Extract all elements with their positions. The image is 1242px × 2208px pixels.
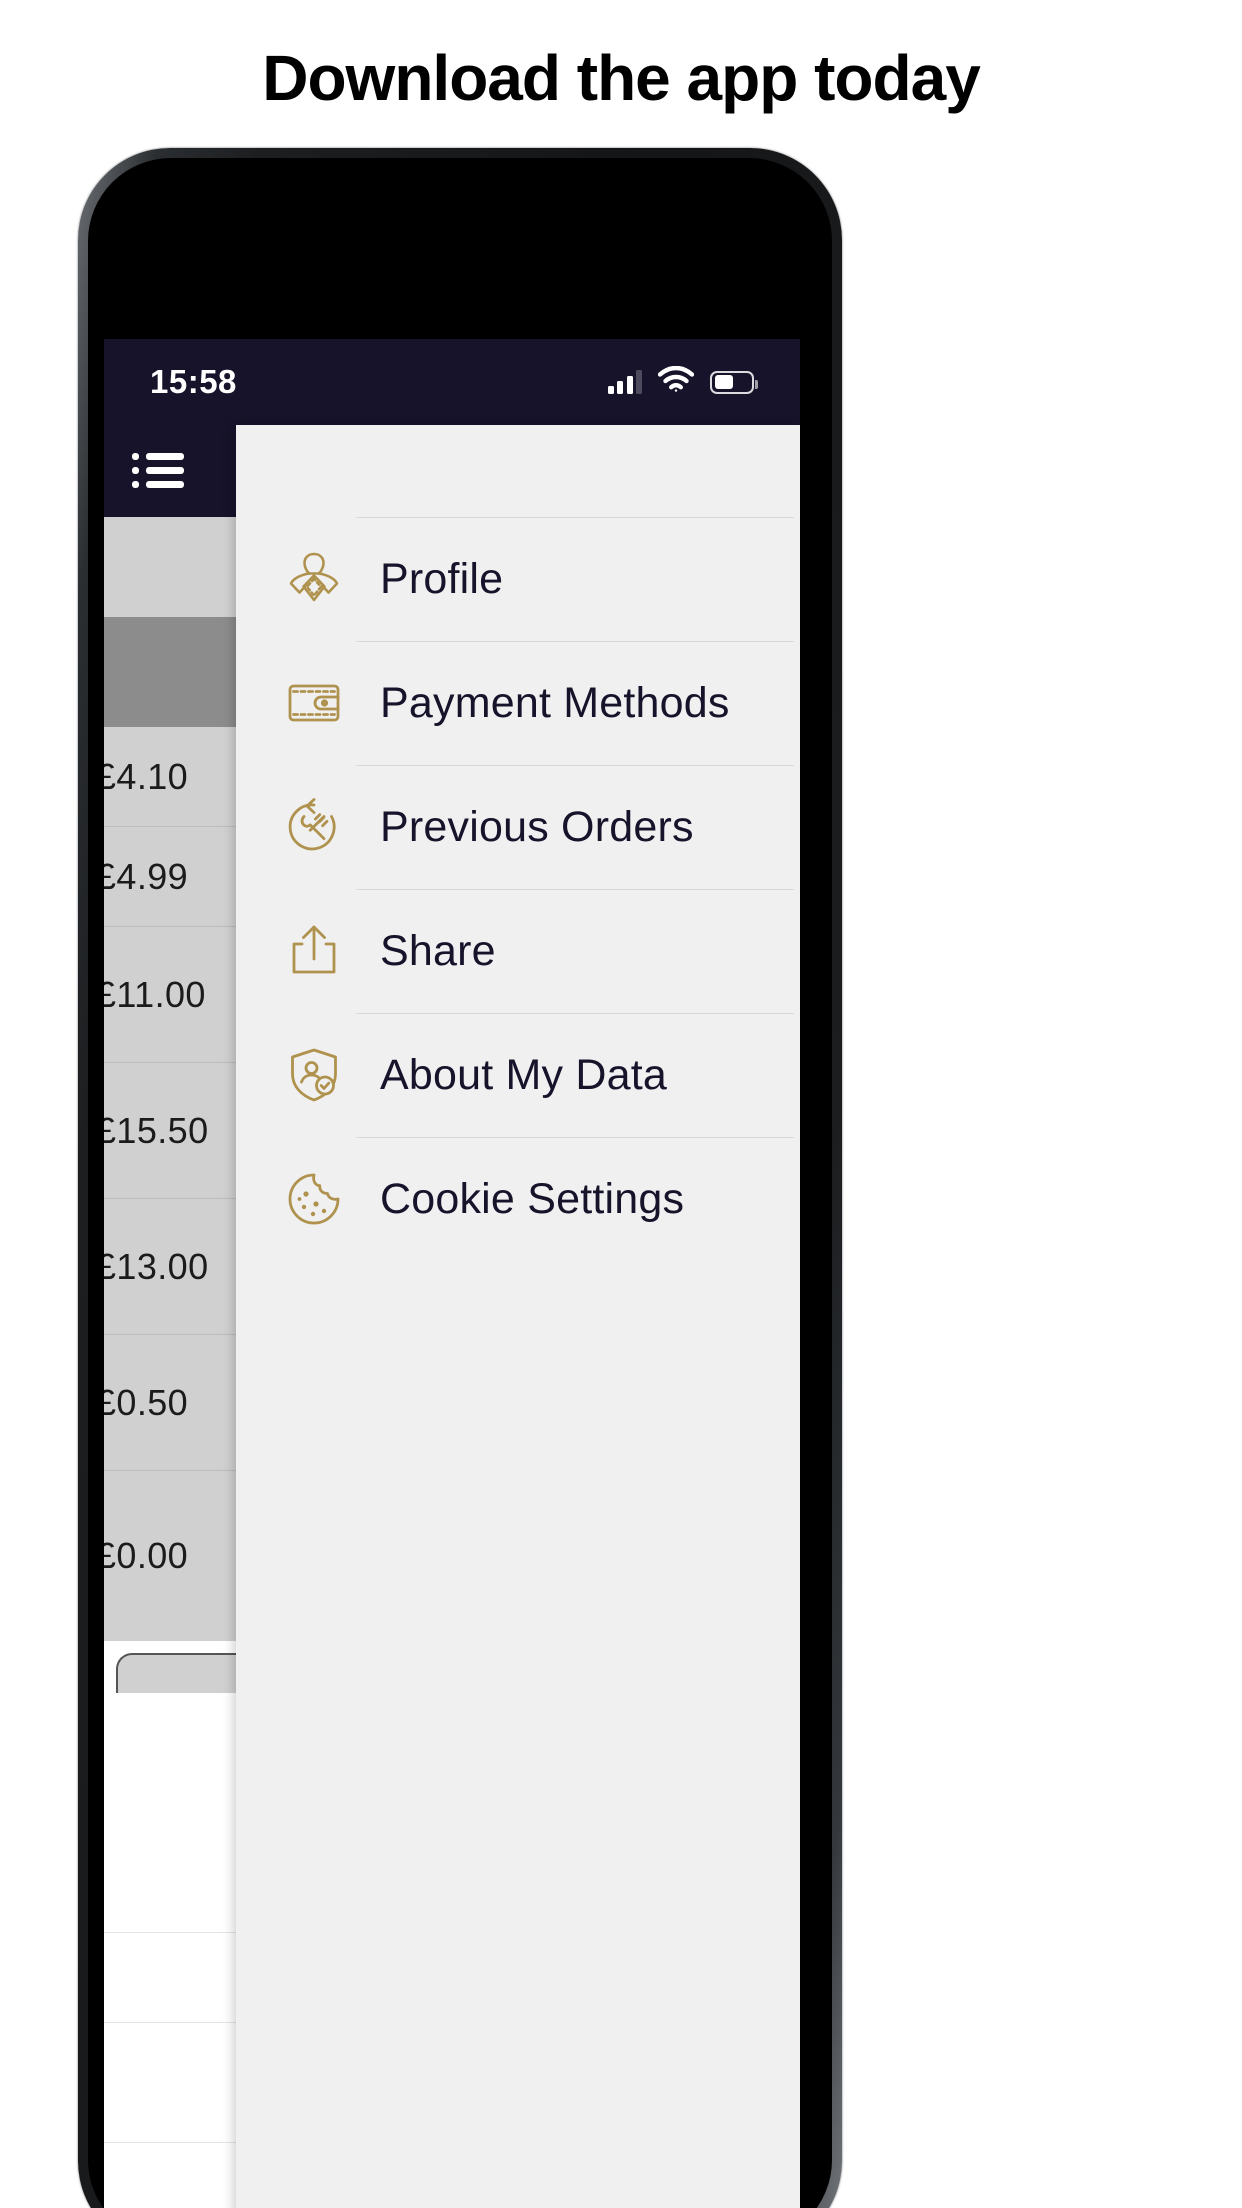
background-price: £13.00 [104,1245,209,1287]
menu-item-about-my-data-row: About My Data [356,1013,794,1137]
status-bar: 15:58 [104,339,800,425]
menu-item-label: About My Data [380,1051,668,1099]
hamburger-list-icon[interactable] [132,451,184,491]
background-price: £0.00 [104,1535,189,1576]
menu-item-label: Cookie Settings [380,1175,685,1223]
menu-item-cookie-settings[interactable]: Cookie Settings [272,1137,794,1261]
background-price: £15.50 [104,1109,209,1151]
background-price: £4.99 [104,855,189,897]
background-price: £0.50 [104,1381,189,1423]
background-price: £11.00 [104,973,206,1015]
status-icons [607,365,758,398]
menu-item-profile-row: Profile [356,517,794,641]
wifi-icon [657,365,695,398]
side-drawer: Profile Payment Methods Previous Orders … [236,425,800,2208]
signal-bars-icon [607,370,642,394]
share-upload-icon [272,920,356,982]
battery-icon [710,370,758,394]
phone-screen: 15:58 £4.10 £4.99 £11.00 £15.50 £13.00 £… [104,339,800,2208]
menu-item-label: Previous Orders [380,803,694,851]
drawer-header [236,425,800,517]
page-title: Download the app today [262,42,981,114]
shield-person-check-icon [272,1044,356,1106]
menu-item-payment-methods-row: Payment Methods [356,641,794,765]
menu-item-profile[interactable]: Profile [272,517,794,641]
phone-body: 15:58 £4.10 £4.99 £11.00 £15.50 £13.00 £… [88,158,832,2208]
menu-item-label: Profile [380,555,504,603]
wallet-icon [272,672,356,734]
profile-person-icon [272,548,356,610]
menu-item-share[interactable]: Share [272,889,794,1013]
menu-item-cookie-settings-row: Cookie Settings [356,1137,794,1261]
drawer-menu-list: Profile Payment Methods Previous Orders … [236,517,800,1261]
menu-item-share-row: Share [356,889,794,1013]
background-price: £4.10 [104,755,189,797]
phone-mockup: 15:58 £4.10 £4.99 £11.00 £15.50 £13.00 £… [78,148,842,2208]
menu-item-label: Payment Methods [380,679,730,727]
menu-item-previous-orders-row: Previous Orders [356,765,794,889]
reorder-cutlery-icon [272,796,356,858]
menu-item-payment-methods[interactable]: Payment Methods [272,641,794,765]
menu-item-label: Share [380,927,496,975]
status-time: 15:58 [150,363,237,400]
cookie-icon [272,1168,356,1230]
menu-item-about-my-data[interactable]: About My Data [272,1013,794,1137]
menu-item-previous-orders[interactable]: Previous Orders [272,765,794,889]
